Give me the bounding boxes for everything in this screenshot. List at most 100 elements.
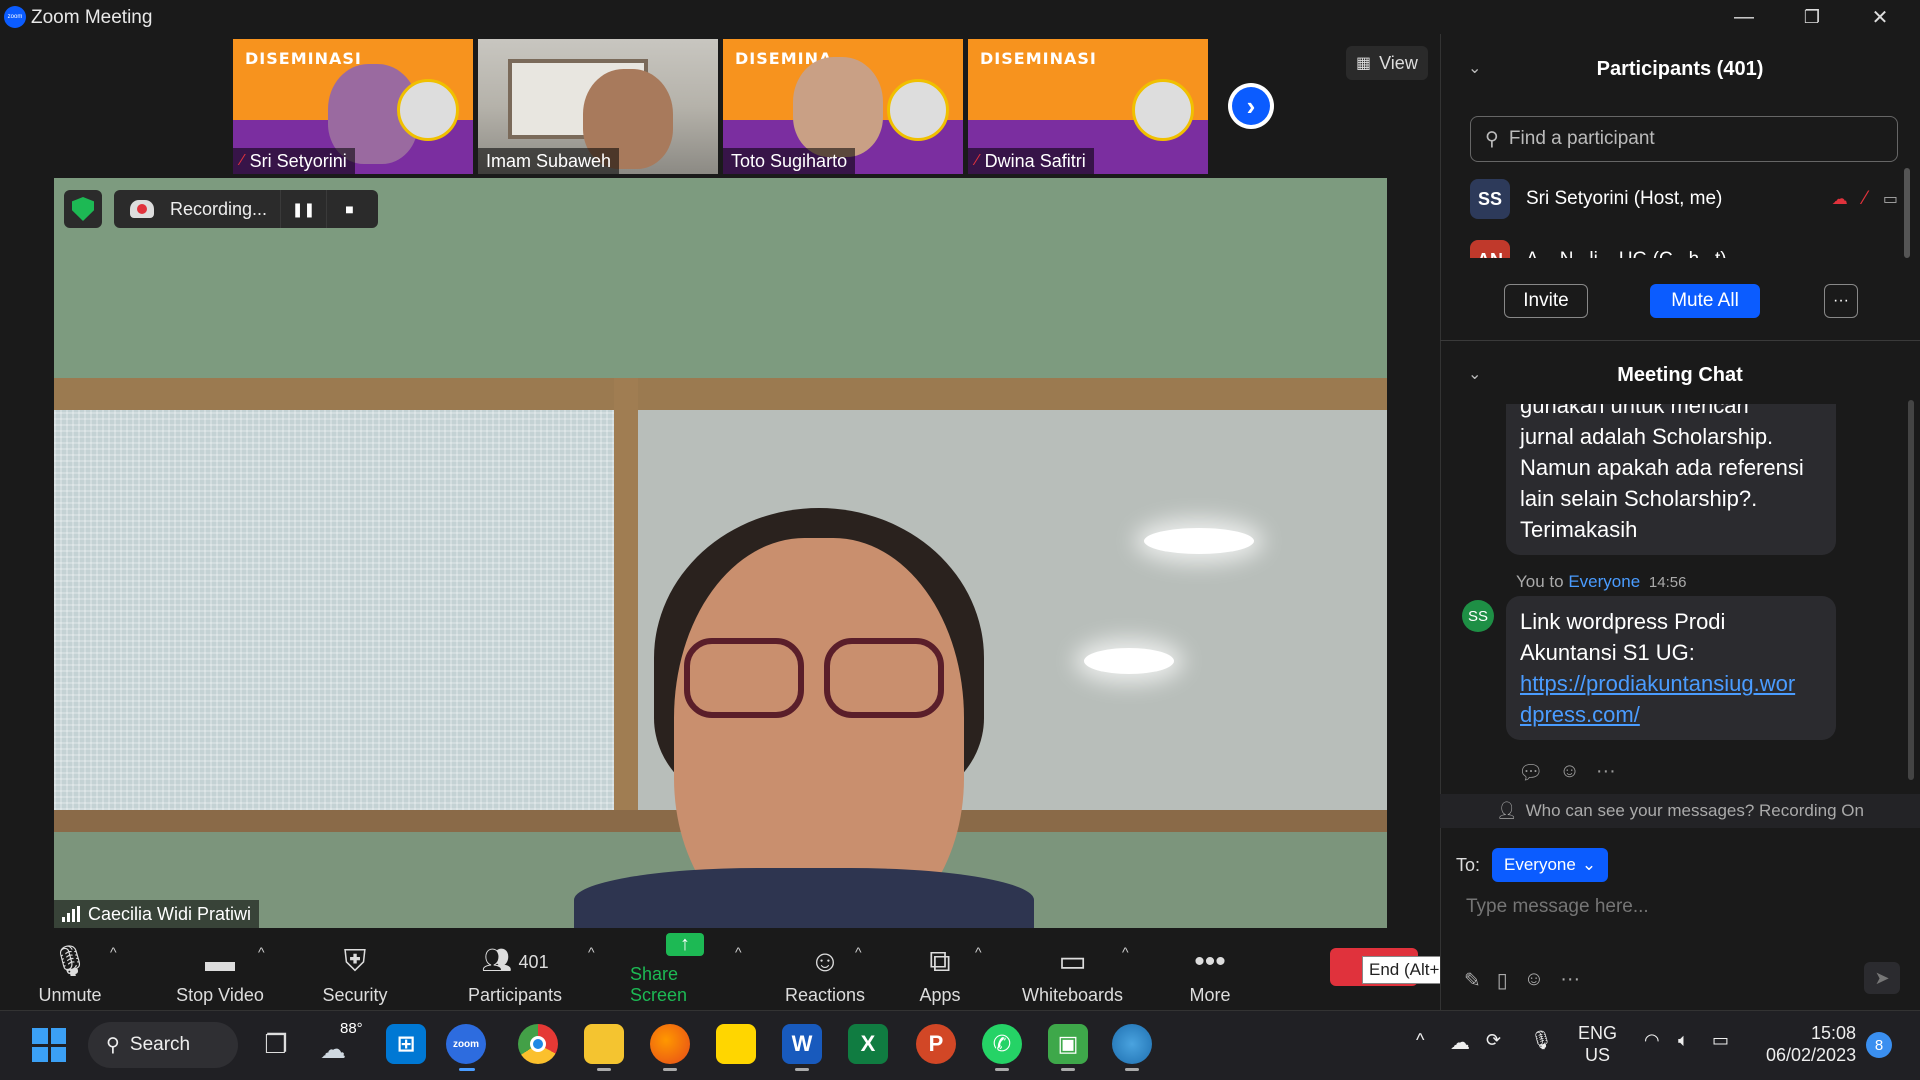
weather-widget[interactable]: ☁ 88° [320,1020,370,1066]
chat-message-input[interactable] [1466,890,1886,924]
participants-more-button[interactable]: ··· [1824,284,1858,318]
send-button[interactable]: ➤ [1864,962,1900,994]
thumbnail-name: Imam Subaweh [486,150,612,171]
invite-button[interactable]: Invite [1504,284,1588,318]
stop-recording-button[interactable]: ■ [326,190,372,228]
android-icon[interactable]: ▣ [1048,1024,1088,1064]
view-button[interactable]: ▦ View [1346,46,1428,80]
mic-off-icon: 🎙︎ [50,945,90,978]
windows-start-icon[interactable] [32,1028,66,1062]
chat-link[interactable]: https://prodiakuntansiug.wor [1520,668,1822,699]
shield-icon: ⛨ [343,945,367,978]
tray-overflow-icon[interactable]: ^ [1416,1030,1424,1051]
privacy-note[interactable]: 👤︎ Who can see your messages? Recording … [1440,794,1920,828]
apps-options-caret[interactable]: ^ [975,944,982,960]
university-logo [1132,79,1194,141]
participants-options-caret[interactable]: ^ [588,944,595,960]
wifi-icon[interactable]: ◠ [1644,1030,1660,1051]
participants-scrollbar[interactable] [1904,168,1910,258]
chat-scrollbar[interactable] [1908,400,1914,780]
participant-row[interactable]: SS Sri Setyorini (Host, me) ☁ ⁄ ▭ [1470,174,1898,224]
ellipsis-icon[interactable]: ··· [1560,968,1580,993]
participants-button[interactable]: 👥︎ 401 Participants [460,936,570,1006]
notification-badge[interactable]: 8 [1866,1032,1892,1058]
participant-thumbnail[interactable]: Imam Subaweh [478,39,718,174]
excel-icon[interactable]: X [848,1024,888,1064]
next-page-button[interactable]: › [1228,83,1274,129]
encryption-shield-icon[interactable] [64,190,102,228]
apps-icon: ⧉ [929,945,951,978]
university-logo [887,79,949,141]
sticky-notes-icon[interactable] [716,1024,756,1064]
participant-thumbnail[interactable]: DISEMINA Toto Sugiharto [723,39,963,174]
apps-button[interactable]: ⧉ Apps [905,936,975,1006]
pause-recording-button[interactable]: ❚❚ [280,190,326,228]
share-arrow-icon: ↑ [666,933,704,956]
sender-label: You to [1516,572,1564,591]
chevron-down-icon: ⌄ [1581,855,1597,874]
region-code: US [1585,1045,1611,1065]
thumbnail-name: Toto Sugiharto [731,150,848,171]
reactions-label: Reactions [784,985,866,1005]
mute-all-button[interactable]: Mute All [1650,284,1760,318]
format-icon[interactable]: ✎ [1464,968,1481,993]
clock[interactable]: 15:08 06/02/2023 [1766,1022,1856,1066]
video-camera-icon: ▬ [205,945,235,978]
participant-name: A... N...li... UG (C...h...t) [1526,249,1898,258]
whiteboards-button[interactable]: ▭ Whiteboards [1015,936,1130,1006]
share-options-caret[interactable]: ^ [735,944,742,960]
taskbar-search[interactable]: ⚲ Search [88,1022,238,1068]
recipient-select[interactable]: Everyone ⌄ [1492,848,1609,882]
language-indicator[interactable]: ENG US [1578,1022,1617,1066]
recipient-link[interactable]: Everyone [1568,572,1640,591]
file-icon[interactable]: ▯ [1497,968,1508,993]
recording-label: Recording... [170,198,268,219]
more-button[interactable]: ••• More [1175,936,1245,1006]
unmute-button[interactable]: 🎙︎ Unmute [30,936,110,1006]
university-logo [397,79,459,141]
chat-link[interactable]: dpress.com/ [1520,699,1822,730]
privacy-note-text: Who can see your messages? Recording On [1525,801,1864,820]
store-icon[interactable]: ⊞ [386,1024,426,1064]
whatsapp-icon[interactable]: ✆ [982,1024,1022,1064]
volume-icon[interactable]: 🔈︎ [1678,1030,1689,1051]
chevron-right-icon: › [1232,87,1270,125]
restore-button[interactable]: ❐ [1778,0,1846,34]
firefox-icon[interactable] [650,1024,690,1064]
powerpoint-icon[interactable]: P [916,1024,956,1064]
audio-options-caret[interactable]: ^ [110,944,117,960]
zoom-taskbar-icon[interactable]: zoom [446,1024,486,1064]
title-bar [0,0,1920,34]
battery-icon[interactable]: ▭ [1712,1030,1729,1051]
emoji-add-icon[interactable]: ☺ [1559,760,1579,785]
security-button[interactable]: ⛨ Security [315,936,395,1006]
sync-icon[interactable]: ⟳ [1486,1030,1501,1051]
close-button[interactable]: ✕ [1846,0,1914,34]
whiteboards-options-caret[interactable]: ^ [1122,944,1129,960]
participant-search-field[interactable]: ⚲ Find a participant [1470,116,1898,162]
participant-name: Sri Setyorini (Host, me) [1526,188,1723,209]
word-icon[interactable]: W [782,1024,822,1064]
onedrive-icon[interactable]: ☁ [1450,1030,1470,1055]
file-explorer-icon[interactable] [584,1024,624,1064]
chrome-icon[interactable] [518,1024,558,1064]
chat-message-line: Akuntansi S1 UG: [1520,640,1695,665]
microphone-icon[interactable]: 🎙︎ [1530,1030,1553,1051]
view-label: View [1379,52,1418,73]
paint-icon[interactable] [1112,1024,1152,1064]
ellipsis-icon[interactable]: ··· [1596,760,1616,785]
reply-icon[interactable]: 💬︎ [1518,760,1543,785]
chat-message-line: lain selain Scholarship?. [1520,486,1758,511]
chat-title: Meeting Chat [1617,364,1743,386]
task-view-icon[interactable]: ❐ [256,1024,296,1064]
share-screen-button[interactable]: ↑ Share Screen [630,933,740,1006]
participant-row[interactable]: AN A... N...li... UG (C...h...t) [1470,240,1898,258]
reactions-options-caret[interactable]: ^ [855,944,862,960]
participant-thumbnail[interactable]: DISEMINASI ⁄ Sri Setyorini [233,39,473,174]
participant-thumbnail[interactable]: DISEMINASI ⁄ Dwina Safitri [968,39,1208,174]
mic-muted-icon: ⁄ [1863,188,1867,209]
emoji-icon[interactable]: ☺ [1524,968,1544,993]
video-options-caret[interactable]: ^ [258,944,265,960]
minimize-button[interactable]: — [1710,0,1778,34]
avatar: SS [1462,600,1494,632]
